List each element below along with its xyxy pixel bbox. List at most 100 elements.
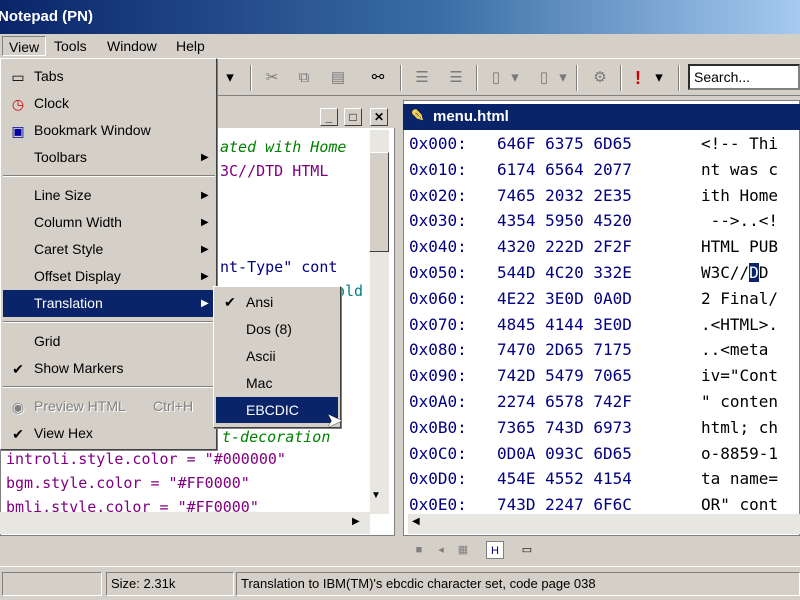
hex-ascii-text[interactable]: ta name= xyxy=(701,469,778,488)
dropdown-arrow-icon[interactable]: ▾ xyxy=(556,67,570,89)
hex-bytes[interactable]: 4845 4144 3E0D xyxy=(497,315,632,334)
hex-bytes[interactable]: 4E22 3E0D 0A0D xyxy=(497,289,632,308)
translation-submenu: ✔ Ansi Dos (8) Ascii Mac EBCDIC xyxy=(213,286,341,428)
hex-bytes[interactable]: 4320 222D 2F2F xyxy=(497,237,632,256)
hex-address: 0x050: xyxy=(409,263,467,282)
maximize-button[interactable]: □ xyxy=(344,108,362,126)
translation-ebcdic[interactable]: EBCDIC xyxy=(216,397,338,423)
scroll-down-icon[interactable]: ▼ xyxy=(371,490,381,501)
view-menu-view-hex[interactable]: ✔ View Hex xyxy=(3,420,215,447)
translation-ansi[interactable]: ✔ Ansi xyxy=(216,289,338,315)
view-menu-line-size[interactable]: Line Size ▶ xyxy=(3,182,215,209)
menu-tools[interactable]: Tools xyxy=(48,36,93,56)
hex-ascii-text[interactable]: W3C//DD xyxy=(701,263,768,282)
hex-bytes[interactable]: 454E 4552 4154 xyxy=(497,469,632,488)
new-document-icon[interactable]: ▯ xyxy=(484,67,508,89)
view-menu-preview-html[interactable]: ◉ Preview HTML Ctrl+H xyxy=(3,393,215,420)
first-page-icon[interactable]: ■ xyxy=(410,541,428,559)
view-menu-grid[interactable]: Grid xyxy=(3,328,215,355)
scrollbar-thumb[interactable] xyxy=(369,152,389,252)
menu-separator xyxy=(3,321,215,323)
find-binoculars-icon[interactable]: ⚯ xyxy=(366,67,390,89)
submenu-arrow-icon: ▶ xyxy=(201,190,209,201)
hex-ascii-text[interactable]: OR" cont xyxy=(701,495,778,514)
view-menu-toolbars[interactable]: Toolbars ▶ xyxy=(3,144,215,171)
view-menu-caret-style[interactable]: Caret Style ▶ xyxy=(3,236,215,263)
hex-ascii-text[interactable]: ith Home xyxy=(701,186,778,205)
project-icon[interactable]: ▯ xyxy=(532,67,556,89)
submenu-arrow-icon: ▶ xyxy=(201,298,209,309)
menu-help[interactable]: Help xyxy=(170,36,211,56)
hex-mode-icon[interactable]: H xyxy=(486,541,504,559)
hex-ascii-text[interactable]: .<HTML>. xyxy=(701,315,778,334)
view-menu-clock[interactable]: ◷ Clock xyxy=(3,90,215,117)
cut-icon[interactable]: ✂ xyxy=(260,67,284,89)
hex-ascii-text[interactable]: html; ch xyxy=(701,418,778,437)
hex-ascii-text[interactable]: ..<meta xyxy=(701,340,778,359)
toolbar-separator xyxy=(576,65,578,91)
paste-icon[interactable]: ▤ xyxy=(326,67,350,89)
horizontal-scrollbar[interactable] xyxy=(0,512,370,534)
hex-bytes[interactable]: 2274 6578 742F xyxy=(497,392,632,411)
translation-mac[interactable]: Mac xyxy=(216,370,338,396)
hex-bytes[interactable]: 742D 5479 7065 xyxy=(497,366,632,385)
previous-page-icon[interactable]: ◂ xyxy=(432,541,450,559)
hex-ascii-text[interactable]: " conten xyxy=(701,392,778,411)
translation-ascii[interactable]: Ascii xyxy=(216,343,338,369)
menu-view[interactable]: View xyxy=(2,36,47,56)
view-menu-offset-display[interactable]: Offset Display ▶ xyxy=(3,263,215,290)
hex-bytes[interactable]: 7470 2D65 7175 xyxy=(497,340,632,359)
hex-ascii-text[interactable]: iv="Cont xyxy=(701,366,778,385)
hex-bytes[interactable]: 0D0A 093C 6D65 xyxy=(497,444,632,463)
copy-icon[interactable]: ⧉ xyxy=(292,67,316,89)
hex-bytes[interactable]: 6174 6564 2077 xyxy=(497,160,632,179)
toolbar-separator xyxy=(400,65,402,91)
split-view-icon[interactable]: ▭ xyxy=(518,541,536,559)
hex-address: 0x060: xyxy=(409,288,467,308)
preview-html-icon: ◉ xyxy=(11,399,25,415)
hex-address: 0x010: xyxy=(409,159,467,179)
hex-bytes[interactable]: 646F 6375 6D65 xyxy=(497,134,632,153)
hex-ascii-text[interactable]: -->..<! xyxy=(701,211,778,230)
hex-bytes[interactable]: 7465 2032 2E35 xyxy=(497,186,632,205)
view-menu-bookmark-window[interactable]: ▣ Bookmark Window xyxy=(3,117,215,144)
dropdown-arrow-icon[interactable]: ▾ xyxy=(218,67,242,89)
view-menu-tabs[interactable]: ▭ Tabs xyxy=(3,63,215,90)
indent-icon[interactable]: ☰ xyxy=(410,67,434,89)
dropdown-arrow-icon[interactable]: ▾ xyxy=(652,67,666,89)
search-input[interactable]: Search... xyxy=(688,64,800,90)
menu-window[interactable]: Window xyxy=(101,36,163,56)
hex-bytes[interactable]: 4354 5950 4520 xyxy=(497,211,632,230)
dropdown-arrow-icon[interactable]: ▾ xyxy=(508,67,522,89)
outdent-icon[interactable]: ☰ xyxy=(444,67,468,89)
hex-ascii-text[interactable]: nt was c xyxy=(701,160,778,179)
grid-toggle-icon[interactable]: ▦ xyxy=(454,541,472,559)
hex-horizontal-scrollbar[interactable] xyxy=(408,514,800,534)
hex-address: 0x0D0: xyxy=(409,469,467,489)
submenu-arrow-icon: ▶ xyxy=(201,244,209,255)
settings-gear-icon[interactable]: ⚙ xyxy=(588,67,612,89)
hex-bytes[interactable]: 7365 743D 6973 xyxy=(497,418,632,437)
hex-bytes[interactable]: 743D 2247 6F6C xyxy=(497,495,632,514)
view-menu-column-width[interactable]: Column Width ▶ xyxy=(3,209,215,236)
view-menu-translation[interactable]: Translation ▶ xyxy=(3,290,215,317)
menu-bar: View Tools Window Help xyxy=(0,34,800,58)
scroll-left-icon[interactable]: ◀ xyxy=(412,516,420,527)
menu-separator xyxy=(3,386,215,388)
translation-dos[interactable]: Dos (8) xyxy=(216,316,338,342)
close-button[interactable]: ✕ xyxy=(370,108,388,126)
hex-ascii-text[interactable]: HTML PUB xyxy=(701,237,778,256)
title-bar[interactable]: Notepad (PN) xyxy=(0,0,800,34)
view-menu-show-markers[interactable]: ✔ Show Markers xyxy=(3,355,215,382)
scroll-right-icon[interactable]: ▶ xyxy=(352,516,360,527)
hex-bytes[interactable]: 544D 4C20 332E xyxy=(497,263,632,282)
hex-ascii-text[interactable]: o-8859-1 xyxy=(701,444,778,463)
hex-ascii-text[interactable]: <!-- Thi xyxy=(701,134,778,153)
hex-ascii-text[interactable]: 2 Final/ xyxy=(701,289,778,308)
exclamation-icon[interactable]: ! xyxy=(626,67,650,89)
mouse-cursor-icon: ➤ xyxy=(326,410,343,432)
hex-address: 0x000: xyxy=(409,134,467,153)
hex-address: 0x080: xyxy=(409,340,467,360)
hex-view-title-bar[interactable]: ✎ menu.html xyxy=(403,104,800,130)
minimize-button[interactable]: _ xyxy=(320,108,338,126)
